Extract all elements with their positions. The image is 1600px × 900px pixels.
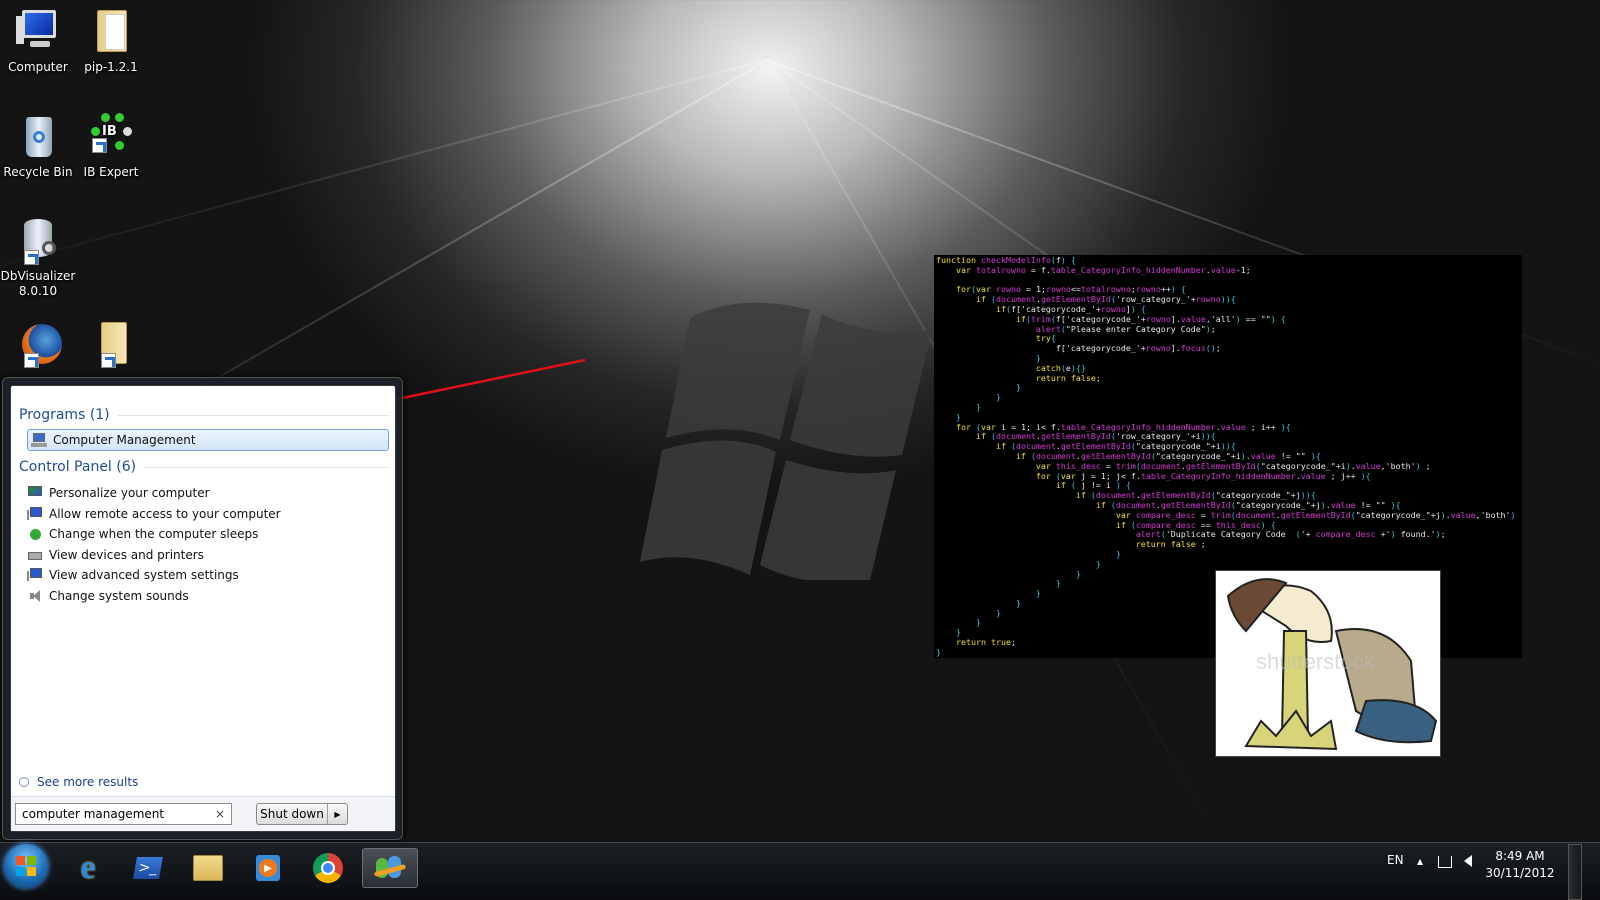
taskbar-internet-explorer[interactable]: e: [60, 848, 116, 888]
remote-access-icon: [27, 506, 43, 522]
desktop-icon-label: Computer: [8, 60, 68, 74]
result-label: Personalize your computer: [49, 486, 210, 500]
desktop-icon-ib-expert[interactable]: IB IB Expert: [73, 113, 149, 180]
divider: [117, 414, 389, 416]
taskbar-chrome[interactable]: [300, 848, 356, 888]
clock-date: 30/11/2012: [1485, 866, 1555, 880]
result-computer-sleeps[interactable]: Change when the computer sleeps: [27, 524, 389, 544]
show-hidden-icons-button[interactable]: ▲: [1417, 857, 1423, 866]
taskbar-windows-explorer[interactable]: [180, 848, 236, 888]
code-line: var totalrowno = f.table_CategoryInfo_hi…: [955, 264, 1251, 275]
code-line: }: [1015, 382, 1021, 393]
clear-search-icon[interactable]: ×: [215, 807, 225, 821]
shutdown-button-group: Shut down ▶: [256, 803, 348, 825]
show-desktop-button[interactable]: [1568, 844, 1582, 900]
chrome-icon: [313, 853, 343, 883]
start-button[interactable]: [4, 844, 48, 888]
system-settings-icon: [27, 567, 43, 583]
desktop-icon-recycle-bin[interactable]: Recycle Bin: [0, 113, 76, 180]
programs-group-header[interactable]: Programs (1): [19, 407, 389, 423]
control-panel-group-header[interactable]: Control Panel (6): [19, 459, 389, 475]
shutdown-options-arrow-icon[interactable]: ▶: [328, 804, 347, 824]
computer-management-icon: [31, 432, 47, 448]
ib-expert-icon: IB: [87, 113, 135, 161]
firefox-icon: [14, 320, 62, 368]
shutdown-button[interactable]: Shut down: [257, 804, 328, 824]
see-more-label: See more results: [37, 775, 139, 789]
windows-explorer-icon: [193, 855, 223, 881]
watermark-text: shutterstock.: [1256, 649, 1381, 674]
clock[interactable]: 8:49 AM 30/11/2012: [1485, 848, 1555, 882]
cartoon-man-illustration: shutterstock.: [1226, 578, 1438, 751]
desktop-icon-dbvisualizer[interactable]: DbVisualizer 8.0.10: [0, 217, 76, 299]
dbvisualizer-icon: [14, 217, 62, 265]
volume-icon[interactable]: [1464, 855, 1472, 867]
network-icon[interactable]: [1438, 856, 1452, 868]
start-menu: Programs (1) Computer Management Control…: [2, 377, 403, 840]
divider: [144, 466, 389, 468]
personalize-icon: [27, 485, 43, 501]
taskbar-powershell[interactable]: >_: [120, 848, 176, 888]
result-system-sounds[interactable]: Change system sounds: [27, 586, 389, 606]
result-advanced-system-settings[interactable]: View advanced system settings: [27, 565, 389, 585]
result-label: Computer Management: [53, 433, 196, 447]
folder-shortcut-icon: [87, 320, 135, 368]
desktop-icon-label: Recycle Bin: [3, 165, 73, 179]
taskbar-windows-live-messenger[interactable]: [362, 848, 418, 888]
folder-icon: [87, 8, 135, 56]
computer-icon: [14, 8, 62, 56]
language-indicator[interactable]: EN: [1387, 853, 1404, 867]
desktop-icon-label: DbVisualizer 8.0.10: [0, 269, 76, 298]
clock-time: 8:49 AM: [1495, 849, 1545, 863]
code-line: }: [995, 392, 1001, 403]
desktop-icon-firefox[interactable]: [0, 320, 76, 372]
magnifier-icon: [19, 777, 29, 787]
result-computer-management[interactable]: Computer Management: [27, 429, 389, 451]
cartoon-image: shutterstock.: [1215, 570, 1441, 757]
control-panel-header-label: Control Panel (6): [19, 459, 137, 475]
desktop-icon-label: pip-1.2.1: [84, 60, 138, 74]
code-line: return false;: [1035, 372, 1101, 383]
windows-logo-wallpaper: [640, 302, 932, 580]
powershell-icon: >_: [133, 857, 163, 879]
result-label: View advanced system settings: [49, 568, 239, 582]
result-label: Change system sounds: [49, 589, 189, 603]
messenger-icon: [373, 854, 407, 882]
search-value: computer management: [22, 807, 165, 821]
result-devices-printers[interactable]: View devices and printers: [27, 545, 389, 565]
printer-icon: [27, 547, 43, 563]
result-label: Change when the computer sleeps: [49, 527, 259, 541]
internet-explorer-icon: e: [80, 849, 96, 886]
code-line: }: [975, 401, 981, 412]
media-player-icon: ▶: [256, 855, 280, 881]
see-more-results-link[interactable]: See more results: [19, 775, 138, 789]
desktop-icon-pip[interactable]: pip-1.2.1: [73, 8, 149, 75]
desktop-icon-computer[interactable]: Computer: [0, 8, 76, 75]
programs-header-label: Programs (1): [19, 407, 110, 423]
result-label: View devices and printers: [49, 548, 204, 562]
start-menu-results-panel: Programs (1) Computer Management Control…: [10, 385, 396, 832]
desktop-icon-label: IB Expert: [83, 165, 139, 179]
start-search-input[interactable]: computer management ×: [15, 803, 232, 825]
power-options-icon: [27, 526, 43, 542]
speaker-icon: [27, 588, 43, 604]
result-remote-access[interactable]: Allow remote access to your computer: [27, 504, 389, 524]
taskbar-media-player[interactable]: ▶: [240, 848, 296, 888]
result-personalize[interactable]: Personalize your computer: [27, 483, 389, 503]
result-label: Allow remote access to your computer: [49, 507, 281, 521]
windows-flag-icon: [16, 856, 36, 876]
recycle-bin-icon: [14, 113, 62, 161]
desktop-icon-folder-shortcut[interactable]: [73, 320, 149, 372]
